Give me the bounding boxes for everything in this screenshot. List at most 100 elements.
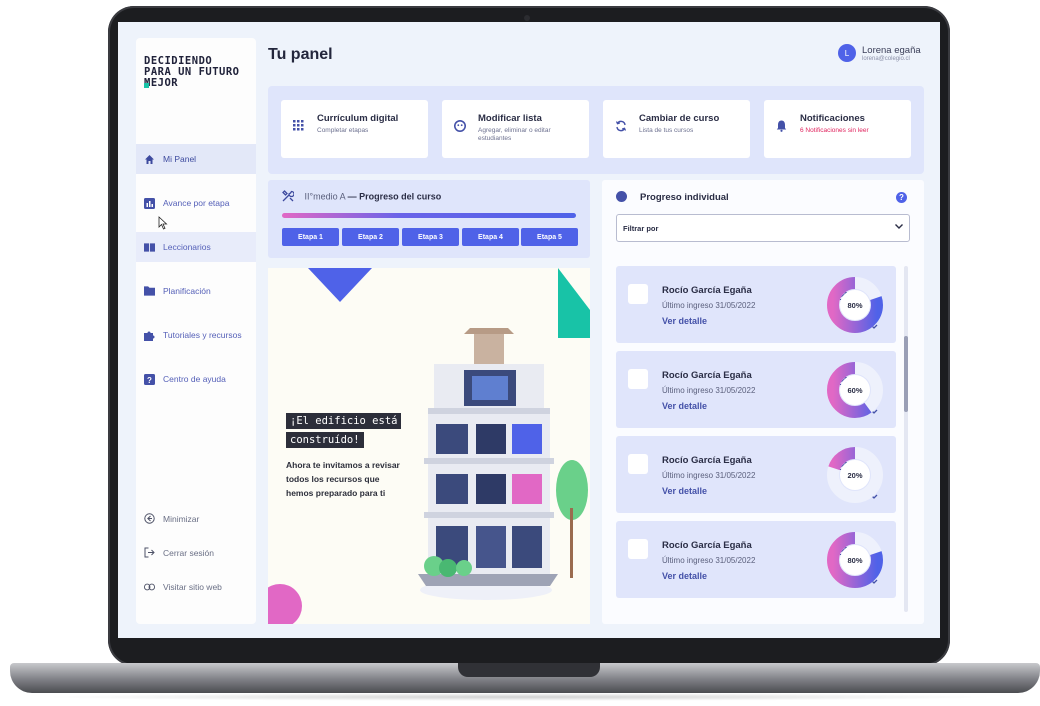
view-detail-link[interactable]: Ver detalle: [662, 316, 878, 329]
building-done-tag-line1: ¡El edificio está: [286, 413, 402, 429]
laptop-frame: DECIDIENDO PARA UN FUTURO MEJOR Mi Panel…: [0, 0, 1040, 706]
user-icon: [454, 120, 466, 135]
donut-percent-label: 80%: [847, 301, 862, 310]
individual-progress-title: Progreso individual: [640, 192, 729, 203]
filter-select[interactable]: Filtrar por: [616, 214, 910, 242]
building-done-tag-line2: construído!: [286, 432, 364, 448]
user-menu[interactable]: L Lorena egaña lorena@colegio.cl: [838, 44, 921, 62]
course-separator: —: [347, 191, 357, 202]
minimize-button[interactable]: Minimizar: [144, 513, 199, 524]
student-last-login: Último ingreso 31/05/2022: [662, 471, 756, 480]
tools-icon: [282, 190, 295, 204]
student-card[interactable]: Rocío García Egaña Último ingreso 31/05/2…: [616, 266, 896, 343]
mail-icon[interactable]: [628, 539, 847, 559]
quick-action-title: Currículum digital: [317, 113, 399, 124]
stage-3-button[interactable]: Etapa 3: [402, 228, 459, 246]
course-progress-title: Progreso del curso: [359, 191, 442, 202]
course-progress-bar: [282, 213, 576, 218]
folder-icon: [144, 286, 155, 297]
stage-4-button[interactable]: Etapa 4: [462, 228, 519, 246]
quick-action-title: Notificaciones: [800, 113, 865, 124]
donut-percent-label: 60%: [847, 386, 862, 395]
sidebar-item-leccionarios[interactable]: Leccionarios: [136, 232, 256, 262]
view-detail-link[interactable]: Ver detalle: [662, 571, 878, 584]
arrow-left-circle-icon: [144, 513, 155, 524]
link-icon: [144, 581, 155, 592]
student-last-login: Último ingreso 31/05/2022: [662, 301, 756, 310]
svg-text:?: ?: [147, 375, 152, 384]
notificaciones-card[interactable]: Notificaciones 6 Notificaciones sin leer: [764, 100, 911, 158]
student-last-login: Último ingreso 31/05/2022: [662, 556, 756, 565]
mail-icon[interactable]: [628, 369, 847, 389]
view-detail-label: Ver detalle: [662, 401, 708, 411]
camera-dot: [524, 15, 530, 21]
app-screen: DECIDIENDO PARA UN FUTURO MEJOR Mi Panel…: [118, 22, 940, 638]
scrollbar-track[interactable]: [904, 266, 908, 612]
student-name: Rocío García Egaña: [662, 455, 752, 466]
sidebar-item-label: Leccionarios: [163, 242, 211, 252]
refresh-icon: [615, 120, 627, 135]
laptop-shadow: [40, 693, 1000, 701]
sidebar-item-planificacion[interactable]: Planificación: [136, 276, 256, 306]
mail-icon[interactable]: [628, 284, 847, 304]
question-icon: ?: [144, 373, 155, 385]
quick-action-subtitle: Agregar, eliminar o editar estudiantes: [478, 127, 551, 142]
mail-icon[interactable]: [628, 454, 847, 474]
bar-chart-icon: [144, 197, 155, 209]
progress-donut: 60%: [827, 362, 883, 418]
sidebar-item-label: Avance por etapa: [163, 198, 230, 208]
sidebar-item-label: Planificación: [163, 286, 211, 296]
help-icon[interactable]: ?: [896, 192, 907, 203]
unread-notifications-count: 6 Notificaciones sin leer: [800, 127, 869, 134]
logout-button[interactable]: Cerrar sesión: [144, 547, 214, 558]
sidebar-item-centro-de-ayuda[interactable]: ? Centro de ayuda: [136, 364, 256, 394]
course-level: II°medio A: [304, 191, 346, 202]
quick-action-title: Modificar lista: [478, 113, 542, 124]
view-detail-link[interactable]: Ver detalle: [662, 401, 878, 414]
logo-accent-mark: [144, 83, 149, 88]
cambiar-de-curso-card[interactable]: Cambiar de curso Lista de tus cursos: [603, 100, 750, 158]
building-illustration-panel: ¡El edificio está construído! Ahora te i…: [268, 268, 590, 624]
student-card[interactable]: Rocío García Egaña Último ingreso 31/05/2…: [616, 351, 896, 428]
pie-chart-icon: [616, 191, 627, 202]
bell-icon: [776, 120, 787, 135]
book-icon: [144, 242, 155, 253]
logo-line-3: MEJOR: [144, 77, 179, 89]
student-card[interactable]: Rocío García Egaña Último ingreso 31/05/2…: [616, 521, 896, 598]
individual-progress-panel: Progreso individual ? Filtrar por Rocío …: [602, 180, 924, 624]
modificar-lista-card[interactable]: Modificar lista Agregar, eliminar o edit…: [442, 100, 589, 158]
sidebar: DECIDIENDO PARA UN FUTURO MEJOR Mi Panel…: [136, 38, 256, 624]
student-name: Rocío García Egaña: [662, 285, 752, 296]
laptop-notch: [458, 663, 600, 677]
sidebar-item-tutoriales[interactable]: Tutoriales y recursos: [136, 320, 256, 350]
user-email: lorena@colegio.cl: [862, 55, 910, 62]
curriculum-digital-card[interactable]: Currículum digital Completar etapas: [281, 100, 428, 158]
view-detail-link[interactable]: Ver detalle: [662, 486, 878, 499]
sidebar-item-mi-panel[interactable]: Mi Panel: [136, 144, 256, 174]
minimize-label: Minimizar: [163, 513, 200, 524]
sidebar-item-label: Tutoriales y recursos: [163, 330, 242, 340]
scrollbar-thumb[interactable]: [904, 336, 908, 412]
donut-percent-label: 20%: [847, 471, 862, 480]
quick-action-title: Cambiar de curso: [639, 113, 720, 124]
quick-actions-panel: Currículum digital Completar etapas Modi…: [268, 86, 924, 174]
student-last-login: Último ingreso 31/05/2022: [662, 386, 756, 395]
stage-2-button[interactable]: Etapa 2: [342, 228, 399, 246]
grid-icon: [293, 120, 304, 134]
sidebar-item-avance-por-etapa[interactable]: Avance por etapa: [136, 188, 256, 218]
logout-icon: [144, 547, 155, 558]
view-detail-label: Ver detalle: [662, 316, 708, 326]
student-card[interactable]: Rocío García Egaña Último ingreso 31/05/2…: [616, 436, 896, 513]
view-detail-label: Ver detalle: [662, 571, 708, 581]
quick-action-subtitle: Lista de tus cursos: [639, 127, 694, 134]
visit-site-link[interactable]: Visitar sitio web: [144, 581, 222, 592]
sidebar-item-label: Mi Panel: [163, 154, 197, 164]
progress-donut: 20%: [827, 447, 883, 503]
brand-logo[interactable]: DECIDIENDO PARA UN FUTURO MEJOR: [144, 56, 240, 89]
page-title: Tu panel: [268, 46, 333, 63]
stage-1-button[interactable]: Etapa 1: [282, 228, 339, 246]
donut-percent-label: 80%: [847, 556, 862, 565]
user-name: Lorena egaña: [862, 44, 921, 56]
stage-5-button[interactable]: Etapa 5: [521, 228, 578, 246]
home-icon: [144, 154, 155, 165]
